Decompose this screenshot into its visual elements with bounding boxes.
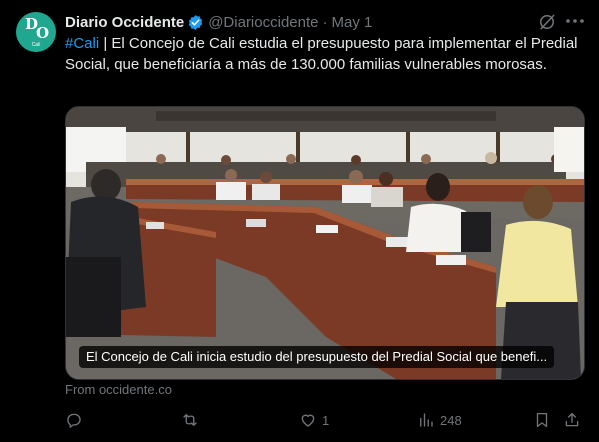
bookmark-icon [536,412,548,428]
like-count: 1 [322,412,330,428]
hashtag-link[interactable]: #Cali [65,35,99,52]
grok-icon[interactable] [537,12,557,32]
heart-icon [301,414,315,427]
avatar-caption: Cali [31,42,41,48]
separator-dot: · [322,13,328,31]
share-icon [565,412,579,427]
link-source[interactable]: From occidente.co [65,382,172,397]
like-button[interactable]: 1 [299,408,329,432]
link-card-image[interactable]: El Concejo de Cali inicia estudio del pr… [65,106,585,380]
author-name[interactable]: Diario Occidente [65,14,184,31]
author-avatar[interactable]: D O Cali [16,12,56,52]
more-options-icon[interactable] [564,11,586,31]
tweet-date[interactable]: May 1 [331,14,372,31]
tweet-actions: 1 248 [65,408,583,432]
views-button[interactable]: 248 [417,408,462,432]
tweet-header: Diario Occidente @Diarioccidente · May 1 [65,12,372,32]
bookmark-button[interactable] [533,408,551,432]
link-card-caption[interactable]: El Concejo de Cali inicia estudio del pr… [79,346,555,368]
repost-button[interactable] [181,408,204,432]
verified-badge-icon [187,14,204,31]
author-handle[interactable]: @Diarioccidente [208,14,318,31]
tweet-text: #Cali | El Concejo de Cali estudia el pr… [65,34,580,75]
views-chart-icon [420,413,433,427]
avatar-letter-o: O [36,24,50,42]
reply-button[interactable] [65,408,88,432]
council-meeting-photo [66,107,584,379]
repost-icon [183,414,197,426]
reply-icon [67,413,81,428]
views-count: 248 [440,412,462,428]
share-button[interactable] [563,408,581,432]
tweet-body: | El Concejo de Cali estudia el presupue… [65,35,578,73]
